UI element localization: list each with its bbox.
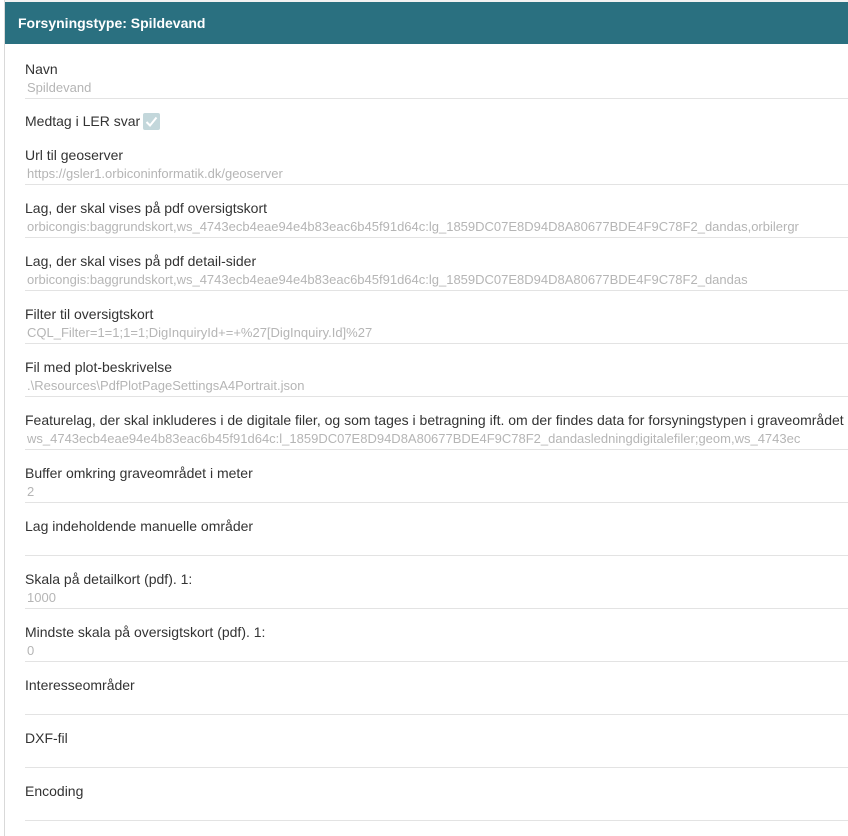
interesse-input[interactable]: [25, 696, 848, 712]
field-label: Buffer omkring graveområdet i meter: [25, 465, 253, 481]
field-underline: [25, 820, 848, 821]
field-encoding: Encoding: [25, 782, 848, 835]
field-label: Navn: [25, 61, 58, 77]
field-lag-oversigt: Lag, der skal vises på pdf oversigtskort…: [25, 199, 848, 252]
field-underline: [25, 290, 848, 291]
field-interesse: Interesseområder: [25, 676, 848, 729]
field-underline: [25, 502, 848, 503]
field-underline: [25, 396, 848, 397]
field-underline: [25, 184, 848, 185]
url-input[interactable]: https://gsler1.orbiconinformatik.dk/geos…: [25, 166, 848, 182]
field-label: Interesseområder: [25, 677, 135, 693]
field-underline: [25, 449, 848, 450]
field-label: Url til geoserver: [25, 147, 124, 163]
field-filter: Filter til oversigtskort CQL_Filter=1=1;…: [25, 305, 848, 358]
field-label: Featurelag, der skal inkluderes i de dig…: [25, 412, 844, 428]
skala-detail-input[interactable]: 1000: [25, 590, 848, 606]
field-buffer: Buffer omkring graveområdet i meter 2: [25, 464, 848, 517]
buffer-input[interactable]: 2: [25, 484, 848, 500]
field-label: Encoding: [25, 783, 84, 799]
field-underline: [25, 555, 848, 556]
field-underline: [25, 237, 848, 238]
field-lag-detail: Lag, der skal vises på pdf detail-sider …: [25, 252, 848, 305]
dxf-input[interactable]: [25, 749, 848, 765]
field-plot: Fil med plot-beskrivelse .\Resources\Pdf…: [25, 358, 848, 411]
field-skala-oversigt: Mindste skala på oversigtskort (pdf). 1:…: [25, 623, 848, 676]
field-label: Fil med plot-beskrivelse: [25, 359, 173, 375]
field-label: Mindste skala på oversigtskort (pdf). 1:: [25, 624, 266, 640]
field-skala-detail: Skala på detailkort (pdf). 1: 1000: [25, 570, 848, 623]
medtag-checkbox[interactable]: [143, 113, 161, 130]
field-navn: Navn Spildevand: [25, 60, 848, 113]
checkmark-icon: [145, 116, 158, 127]
field-underline: [25, 767, 848, 768]
encoding-input[interactable]: [25, 802, 848, 818]
field-label: Medtag i LER svar: [25, 113, 141, 129]
field-label: Lag, der skal vises på pdf oversigtskort: [25, 200, 268, 216]
field-dxf: DXF-fil: [25, 729, 848, 782]
field-label: DXF-fil: [25, 730, 68, 746]
field-label: Skala på detailkort (pdf). 1:: [25, 571, 193, 587]
field-label: Filter til oversigtskort: [25, 306, 154, 322]
navn-input[interactable]: Spildevand: [25, 80, 848, 96]
field-label: Lag indeholdende manuelle områder: [25, 518, 254, 534]
supply-type-panel: Forsyningstype: Spildevand Navn Spildeva…: [4, 0, 848, 836]
field-underline: [25, 343, 848, 344]
plot-input[interactable]: .\Resources\PdfPlotPageSettingsA4Portrai…: [25, 378, 848, 394]
skala-oversigt-input[interactable]: 0: [25, 643, 848, 659]
field-underline: [25, 661, 848, 662]
field-underline: [25, 98, 848, 99]
field-underline: [25, 608, 848, 609]
manuelle-input[interactable]: [25, 537, 848, 553]
filter-input[interactable]: CQL_Filter=1=1;1=1;DigInquiryId+=+%27[Di…: [25, 325, 848, 341]
field-medtag: Medtag i LER svar: [25, 113, 848, 146]
lag-oversigt-input[interactable]: orbicongis:baggrundskort,ws_4743ecb4eae9…: [25, 219, 848, 235]
field-url: Url til geoserver https://gsler1.orbicon…: [25, 146, 848, 199]
field-label: Lag, der skal vises på pdf detail-sider: [25, 253, 257, 269]
field-manuelle: Lag indeholdende manuelle områder: [25, 517, 848, 570]
supply-type-form: Navn Spildevand Medtag i LER svar Url ti…: [5, 44, 848, 835]
lag-detail-input[interactable]: orbicongis:baggrundskort,ws_4743ecb4eae9…: [25, 272, 848, 288]
field-featurelag: Featurelag, der skal inkluderes i de dig…: [25, 411, 848, 464]
featurelag-input[interactable]: ws_4743ecb4eae94e4b83eac6b45f91d64c:l_18…: [25, 431, 848, 447]
field-underline: [25, 714, 848, 715]
panel-title: Forsyningstype: Spildevand: [18, 15, 206, 31]
panel-header: Forsyningstype: Spildevand: [5, 0, 848, 44]
